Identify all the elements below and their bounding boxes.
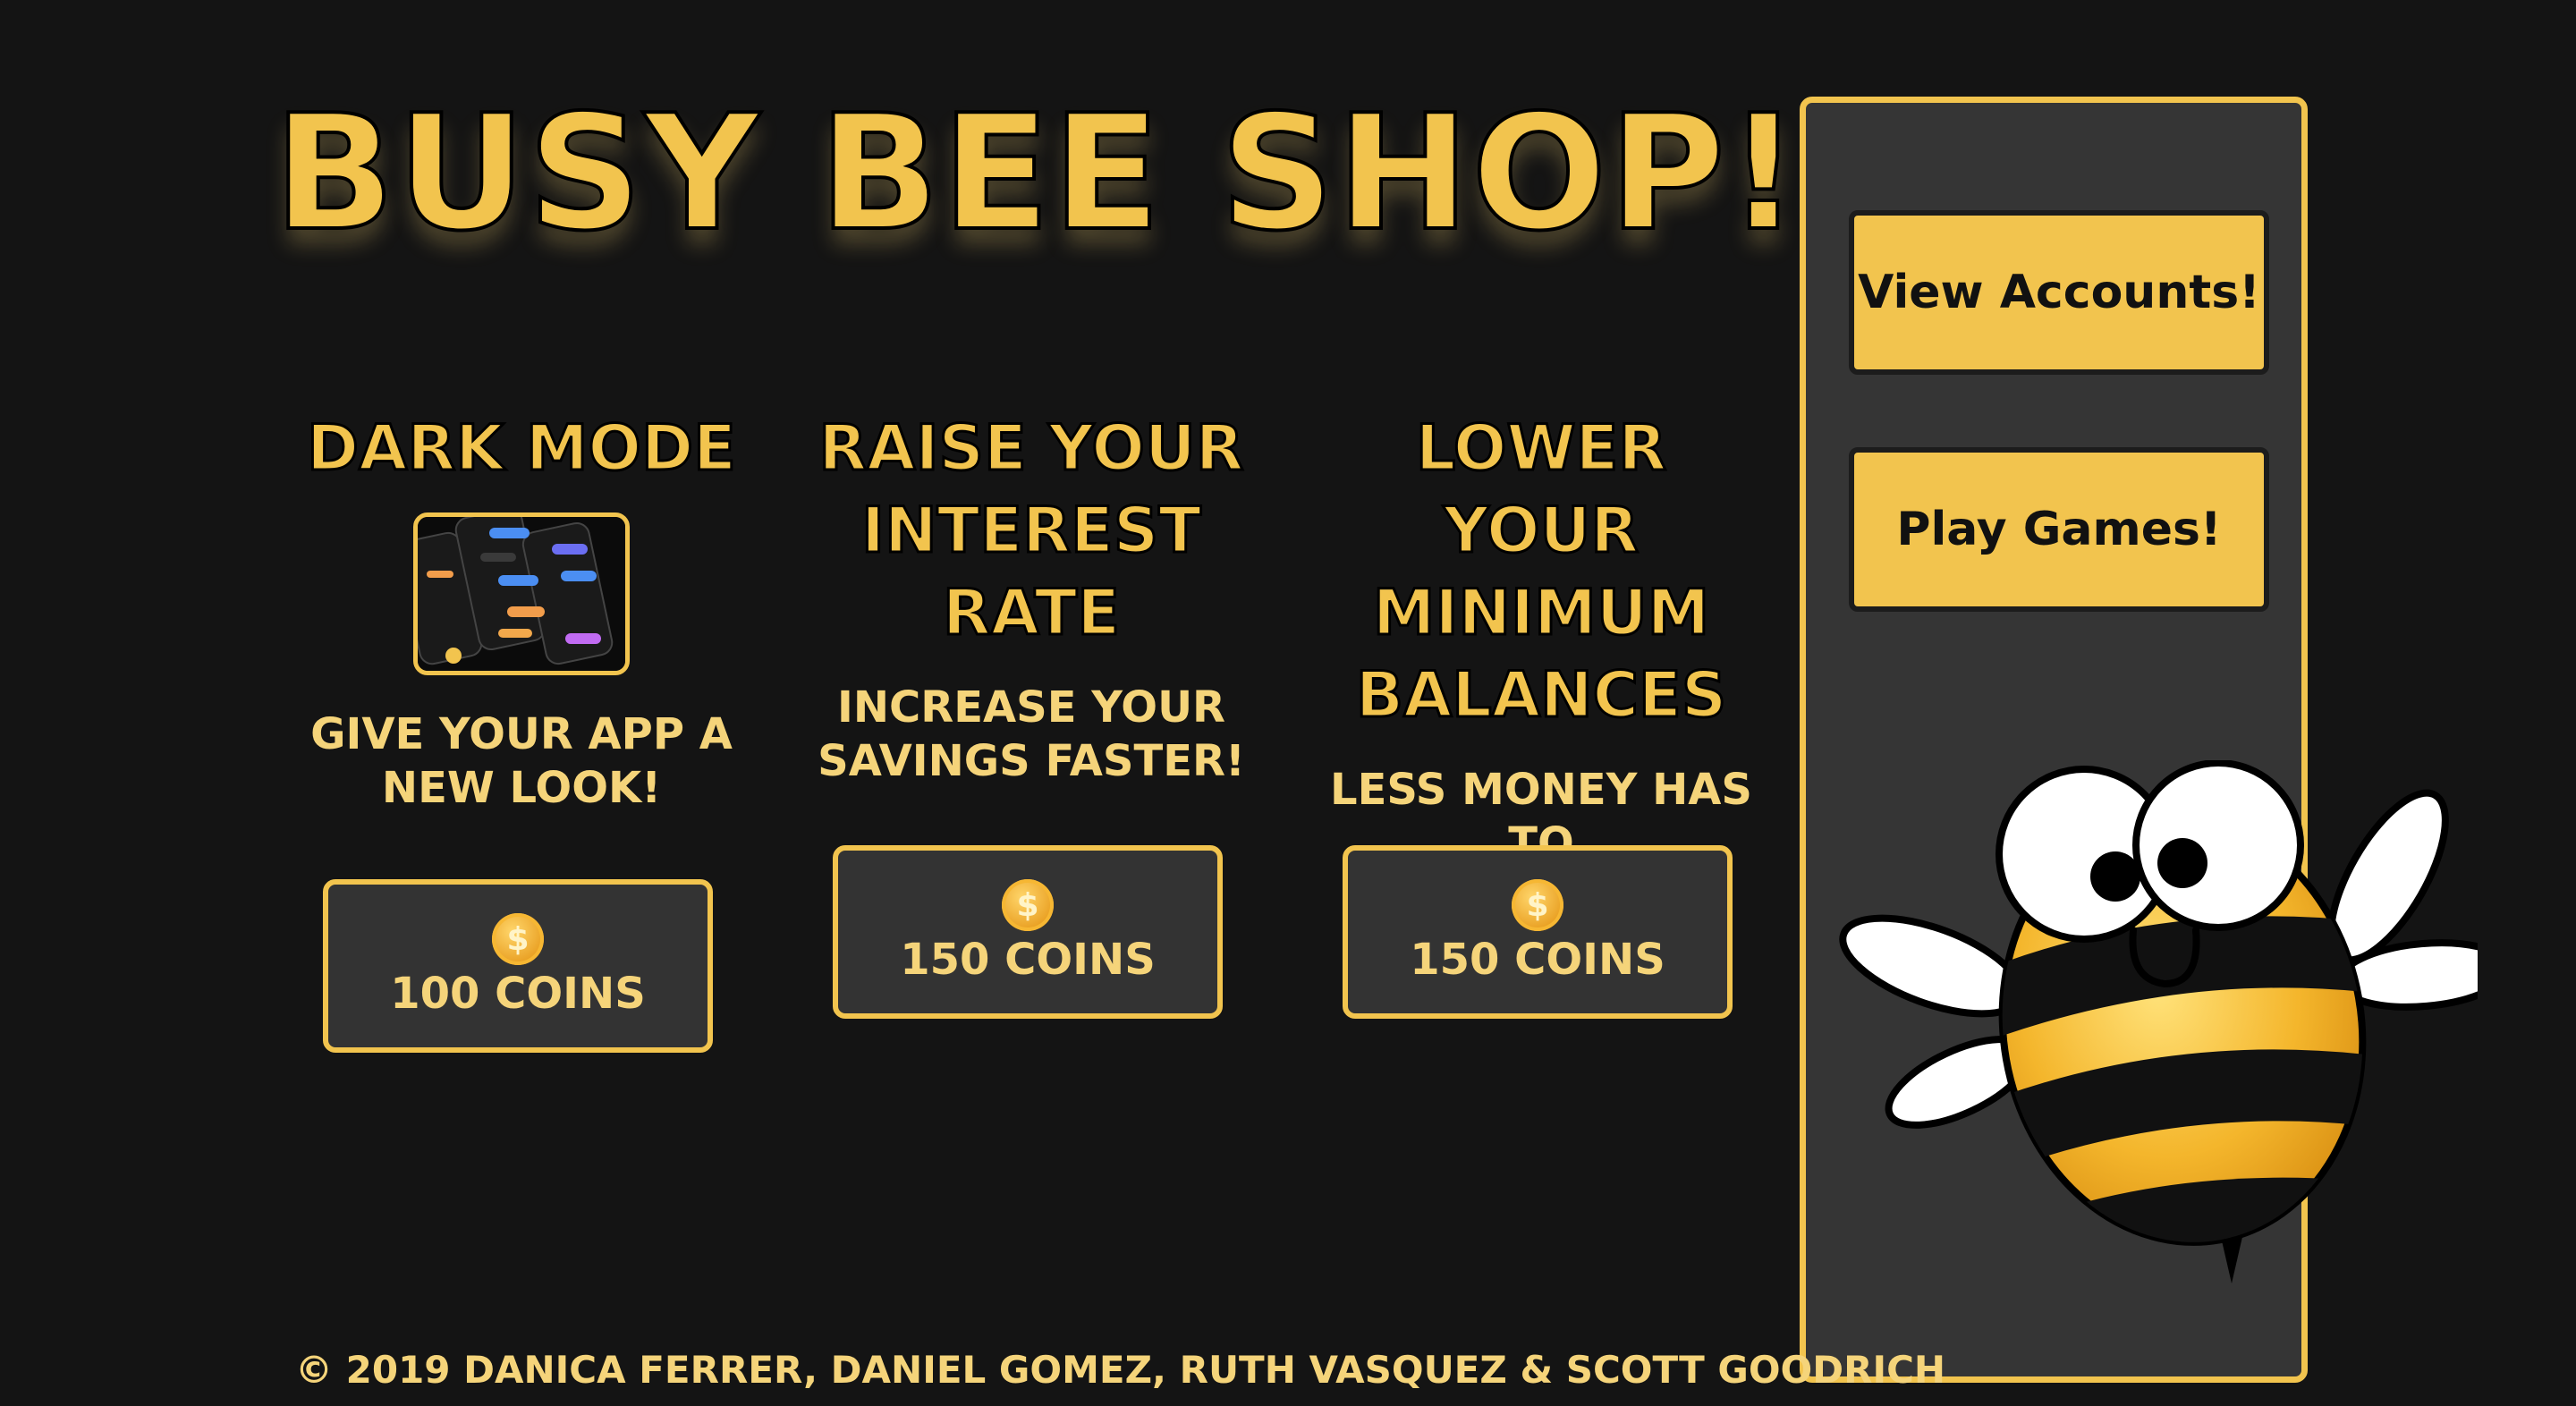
- buy-lower-minimum-button[interactable]: $ 150 COINS: [1343, 845, 1733, 1019]
- product-description: GIVE YOUR APP A NEW LOOK!: [310, 709, 733, 813]
- page-title: BUSY BEE SHOP!: [272, 79, 1802, 267]
- coin-icon: $: [492, 913, 544, 965]
- view-accounts-button[interactable]: View Accounts!: [1849, 210, 2269, 375]
- price-label: 100 COINS: [390, 969, 646, 1019]
- product-title: DARK MODE: [306, 411, 738, 487]
- price-label: 150 COINS: [1410, 935, 1665, 985]
- buy-raise-interest-button[interactable]: $ 150 COINS: [833, 845, 1223, 1019]
- price-label: 150 COINS: [900, 935, 1156, 985]
- buy-dark-mode-button[interactable]: $ 100 COINS: [323, 879, 713, 1053]
- bee-mascot: [1839, 760, 2478, 1283]
- dark-mode-preview-image: [418, 517, 625, 671]
- coin-icon: $: [1512, 879, 1563, 931]
- product-raise-interest: RAISE YOUR INTEREST RATE INCREASE YOUR S…: [808, 407, 1255, 788]
- product-title: RAISE YOUR INTEREST RATE: [818, 411, 1245, 651]
- product-description: INCREASE YOUR SAVINGS FASTER!: [818, 682, 1245, 786]
- coin-icon: $: [1002, 879, 1054, 931]
- product-dark-mode: DARK MODE GIVE YOUR APP A NEW LOOK!: [298, 407, 745, 815]
- footer-copyright: © 2019 DANICA FERRER, DANIEL GOMEZ, RUTH…: [295, 1348, 1946, 1392]
- product-title: LOWER YOUR MINIMUM BALANCES: [1354, 411, 1728, 733]
- play-games-button[interactable]: Play Games!: [1849, 447, 2269, 612]
- dark-mode-thumbnail: [413, 512, 630, 675]
